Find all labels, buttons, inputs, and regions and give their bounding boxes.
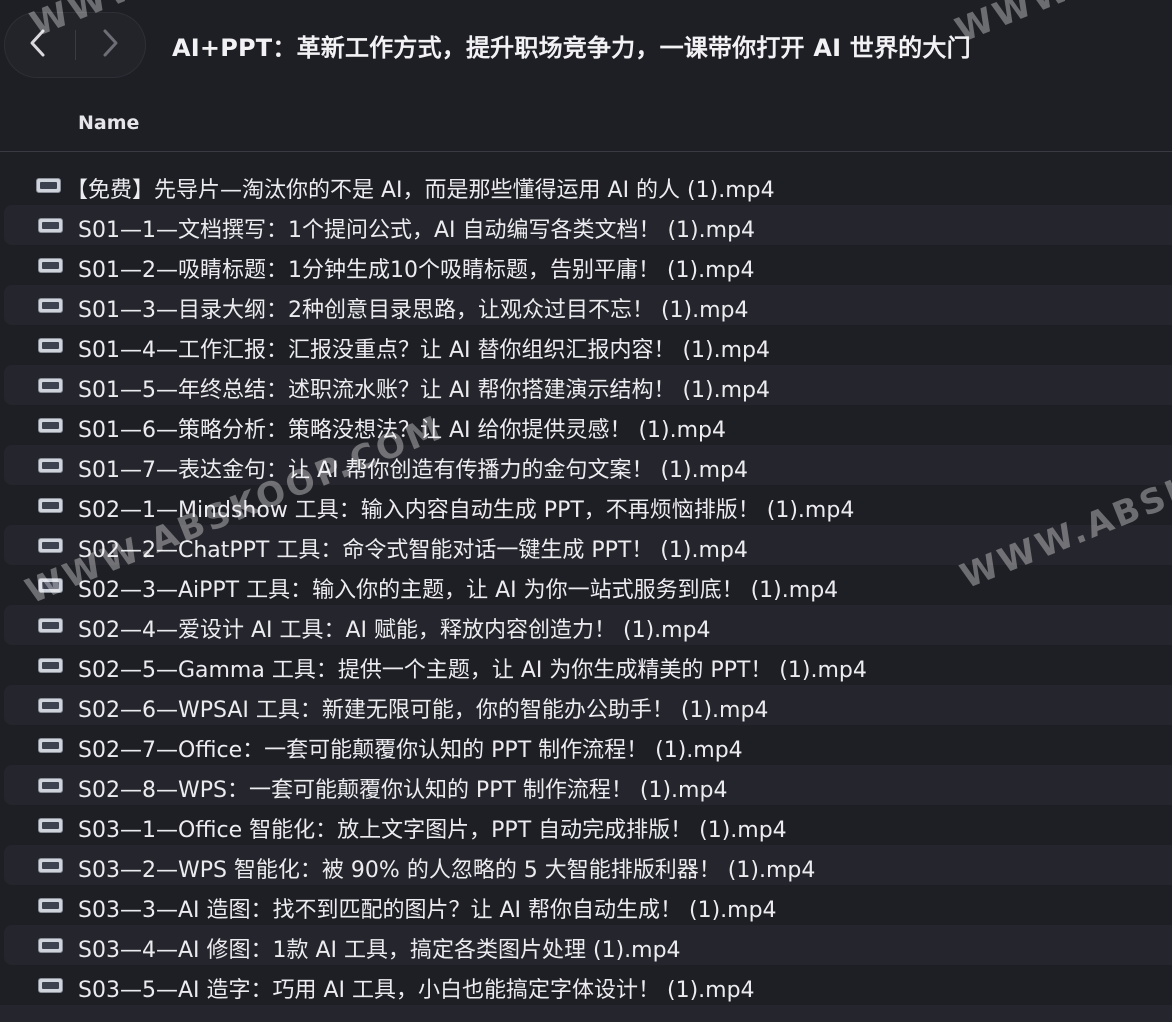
list-bottom-edge [0, 1005, 1172, 1022]
video-file-icon [38, 858, 63, 873]
file-name: S02—3—AiPPT 工具：输入你的主题，让 AI 为你一站式服务到底！ (1… [78, 578, 839, 603]
file-row[interactable]: S02—2—ChatPPT 工具：命令式智能对话一键生成 PPT！ (1).mp… [0, 525, 1172, 565]
file-row[interactable]: S01—5—年终总结：述职流水账？让 AI 帮你搭建演示结构！ (1).mp4 [0, 365, 1172, 405]
file-browser-window: AI+PPT：革新工作方式，提升职场竞争力，一课带你打开 AI 世界的大门 Na… [0, 0, 1172, 1022]
file-name: S02—2—ChatPPT 工具：命令式智能对话一键生成 PPT！ (1).mp… [78, 538, 748, 563]
navigation-button-group [4, 12, 146, 78]
file-row[interactable]: S03—2—WPS 智能化：被 90% 的人忽略的 5 大智能排版利器！ (1)… [0, 845, 1172, 885]
file-row[interactable]: S01—7—表达金句：让 AI 帮你创造有传播力的金句文案！ (1).mp4 [0, 445, 1172, 485]
forward-button[interactable] [76, 12, 144, 78]
video-file-icon [38, 698, 63, 713]
toolbar: AI+PPT：革新工作方式，提升职场竞争力，一课带你打开 AI 世界的大门 [0, 0, 1172, 96]
column-header-name[interactable]: Name [78, 112, 139, 134]
video-file-icon [38, 338, 63, 353]
file-name: S02—7—Office：一套可能颠覆你认知的 PPT 制作流程！ (1).mp… [78, 738, 743, 763]
video-file-icon [38, 418, 63, 433]
file-row[interactable]: S03—3—AI 造图：找不到匹配的图片？让 AI 帮你自动生成！ (1).mp… [0, 885, 1172, 925]
file-name: S02—8—WPS：一套可能颠覆你认知的 PPT 制作流程！ (1).mp4 [78, 778, 728, 803]
file-name: S01—6—策略分析：策略没想法？让 AI 给你提供灵感！ (1).mp4 [78, 418, 727, 443]
video-file-icon [38, 298, 63, 313]
file-name: S03—5—AI 造字：巧用 AI 工具，小白也能搞定字体设计！ (1).mp4 [78, 978, 755, 1003]
file-list: 【免费】先导片—淘汰你的不是 AI，而是那些懂得运用 AI 的人 (1).mp4… [0, 165, 1172, 1005]
chevron-left-icon [27, 28, 49, 62]
file-name: S01—3—目录大纲：2种创意目录思路，让观众过目不忘！ (1).mp4 [78, 298, 749, 323]
file-row[interactable]: S02—5—Gamma 工具：提供一个主题，让 AI 为你生成精美的 PPT！ … [0, 645, 1172, 685]
file-name: S02—6—WPSAI 工具：新建无限可能，你的智能办公助手！ (1).mp4 [78, 698, 769, 723]
file-name: S03—4—AI 修图：1款 AI 工具，搞定各类图片处理 (1).mp4 [78, 938, 681, 963]
video-file-icon [38, 938, 63, 953]
file-name: S01—2—吸睛标题：1分钟生成10个吸睛标题，告别平庸！ (1).mp4 [78, 258, 755, 283]
video-file-icon [38, 258, 63, 273]
back-button[interactable] [4, 12, 72, 78]
video-file-icon [38, 578, 63, 593]
video-file-icon [38, 378, 63, 393]
video-file-icon [38, 458, 63, 473]
file-name: S01—5—年终总结：述职流水账？让 AI 帮你搭建演示结构！ (1).mp4 [78, 378, 771, 403]
video-file-icon [36, 178, 61, 193]
file-row[interactable]: S01—4—工作汇报：汇报没重点？让 AI 替你组织汇报内容！ (1).mp4 [0, 325, 1172, 365]
video-file-icon [38, 898, 63, 913]
video-file-icon [38, 818, 63, 833]
file-row[interactable]: S01—1—文档撰写：1个提问公式，AI 自动编写各类文档！ (1).mp4 [0, 205, 1172, 245]
video-file-icon [38, 658, 63, 673]
file-name: S01—1—文档撰写：1个提问公式，AI 自动编写各类文档！ (1).mp4 [78, 218, 756, 243]
file-name: S03—1—Office 智能化：放上文字图片，PPT 自动完成排版！ (1).… [78, 818, 787, 843]
file-name: S02—4—爱设计 AI 工具：AI 赋能，释放内容创造力！ (1).mp4 [78, 618, 711, 643]
file-row[interactable]: S03—4—AI 修图：1款 AI 工具，搞定各类图片处理 (1).mp4 [0, 925, 1172, 965]
window-title: AI+PPT：革新工作方式，提升职场竞争力，一课带你打开 AI 世界的大门 [172, 34, 971, 62]
file-name: S03—3—AI 造图：找不到匹配的图片？让 AI 帮你自动生成！ (1).mp… [78, 898, 777, 923]
file-row[interactable]: S02—6—WPSAI 工具：新建无限可能，你的智能办公助手！ (1).mp4 [0, 685, 1172, 725]
file-row[interactable]: 【免费】先导片—淘汰你的不是 AI，而是那些懂得运用 AI 的人 (1).mp4 [0, 165, 1172, 205]
file-row[interactable]: S02—4—爱设计 AI 工具：AI 赋能，释放内容创造力！ (1).mp4 [0, 605, 1172, 645]
file-row[interactable]: S01—6—策略分析：策略没想法？让 AI 给你提供灵感！ (1).mp4 [0, 405, 1172, 445]
chevron-right-icon [99, 28, 121, 62]
file-row[interactable]: S03—5—AI 造字：巧用 AI 工具，小白也能搞定字体设计！ (1).mp4 [0, 965, 1172, 1005]
video-file-icon [38, 778, 63, 793]
file-row[interactable]: S02—7—Office：一套可能颠覆你认知的 PPT 制作流程！ (1).mp… [0, 725, 1172, 765]
video-file-icon [38, 538, 63, 553]
file-name: S01—4—工作汇报：汇报没重点？让 AI 替你组织汇报内容！ (1).mp4 [78, 338, 771, 363]
file-row[interactable]: S02—8—WPS：一套可能颠覆你认知的 PPT 制作流程！ (1).mp4 [0, 765, 1172, 805]
video-file-icon [38, 738, 63, 753]
file-name: S02—1—Mindshow 工具：输入内容自动生成 PPT，不再烦恼排版！ (… [78, 498, 855, 523]
file-name: 【免费】先导片—淘汰你的不是 AI，而是那些懂得运用 AI 的人 (1).mp4 [66, 178, 775, 203]
file-name: S01—7—表达金句：让 AI 帮你创造有传播力的金句文案！ (1).mp4 [78, 458, 749, 483]
file-name: S03—2—WPS 智能化：被 90% 的人忽略的 5 大智能排版利器！ (1)… [78, 858, 816, 883]
file-name: S02—5—Gamma 工具：提供一个主题，让 AI 为你生成精美的 PPT！ … [78, 658, 867, 683]
video-file-icon [38, 978, 63, 993]
video-file-icon [38, 618, 63, 633]
video-file-icon [38, 498, 63, 513]
video-file-icon [38, 218, 63, 233]
file-row[interactable]: S01—2—吸睛标题：1分钟生成10个吸睛标题，告别平庸！ (1).mp4 [0, 245, 1172, 285]
column-header-row: Name [0, 96, 1172, 152]
file-row[interactable]: S03—1—Office 智能化：放上文字图片，PPT 自动完成排版！ (1).… [0, 805, 1172, 845]
file-row[interactable]: S02—1—Mindshow 工具：输入内容自动生成 PPT，不再烦恼排版！ (… [0, 485, 1172, 525]
file-row[interactable]: S01—3—目录大纲：2种创意目录思路，让观众过目不忘！ (1).mp4 [0, 285, 1172, 325]
file-row[interactable]: S02—3—AiPPT 工具：输入你的主题，让 AI 为你一站式服务到底！ (1… [0, 565, 1172, 605]
